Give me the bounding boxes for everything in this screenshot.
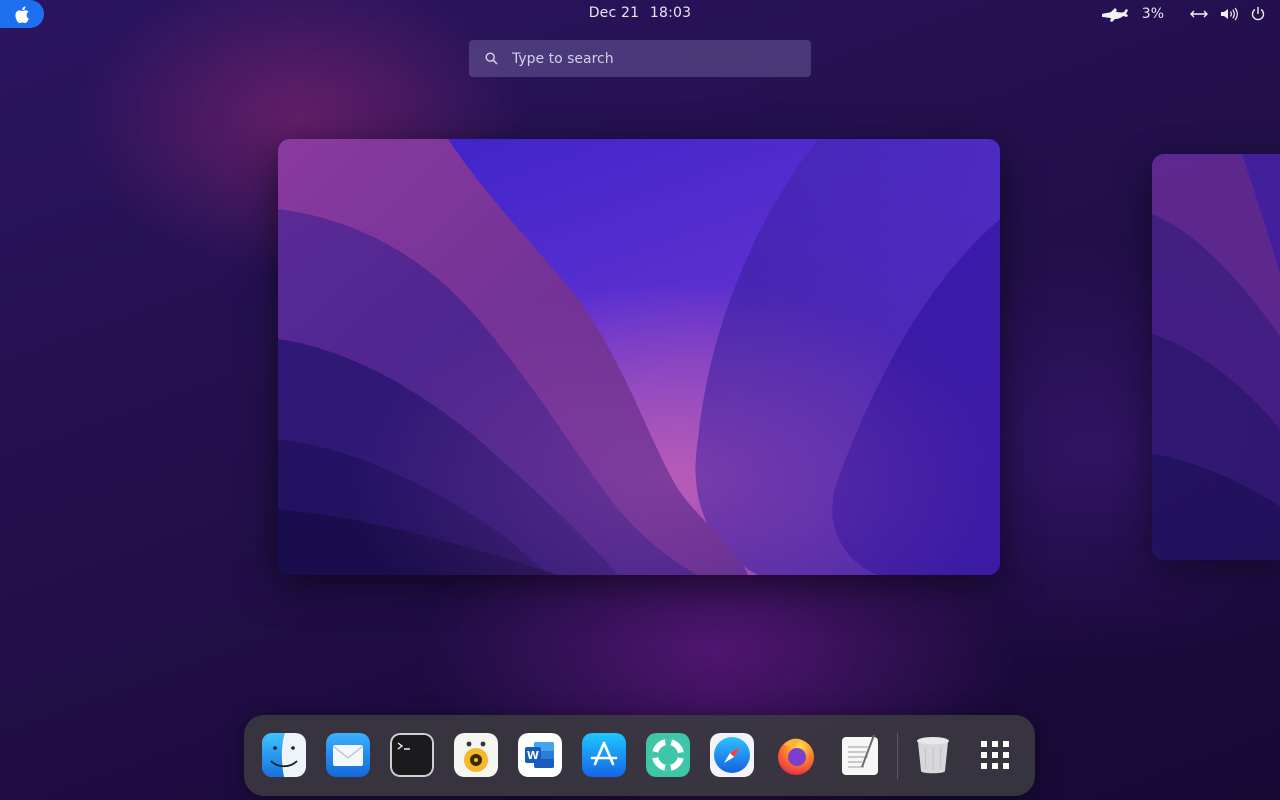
- volume-icon[interactable]: [1220, 4, 1238, 24]
- wallpaper-image: [278, 139, 1000, 575]
- clock-date: Dec 21: [588, 5, 640, 21]
- svg-text:W: W: [527, 749, 539, 762]
- word-icon: W: [518, 733, 562, 777]
- network-icon[interactable]: [1190, 4, 1208, 24]
- dock-separator: [897, 733, 898, 779]
- app-grid-icon: [981, 741, 1009, 769]
- workspace-thumbnail-2[interactable]: [1152, 154, 1280, 560]
- wallpaper-image: [1152, 154, 1280, 560]
- firefox-icon: [778, 738, 814, 775]
- dock-app-mail[interactable]: [326, 733, 370, 777]
- mail-icon: [326, 733, 370, 777]
- text-editor-icon: [842, 734, 878, 775]
- system-tray[interactable]: 3%: [1100, 4, 1266, 24]
- dock: W: [244, 715, 1035, 796]
- search-icon: [485, 52, 498, 65]
- finder-icon: [262, 733, 306, 777]
- rhythmbox-icon: [454, 733, 498, 777]
- dock-app-store[interactable]: [582, 733, 626, 777]
- dock-app-terminal[interactable]: [390, 733, 434, 777]
- workspace-thumbnail-1[interactable]: [278, 139, 1000, 575]
- battery-status-icon[interactable]: [1100, 4, 1130, 24]
- dock-app-word[interactable]: W: [518, 733, 562, 777]
- power-icon[interactable]: [1250, 4, 1266, 24]
- help-lifebuoy-icon: [646, 733, 690, 777]
- trash-icon: [917, 737, 949, 774]
- dock-app-safari[interactable]: [710, 733, 754, 777]
- safari-compass-icon: [710, 733, 754, 777]
- dock-app-text-editor[interactable]: [838, 733, 882, 777]
- show-applications-button[interactable]: [973, 733, 1017, 777]
- dock-trash[interactable]: [911, 733, 955, 777]
- terminal-icon: [390, 733, 434, 777]
- app-store-icon: [582, 733, 626, 777]
- search-input[interactable]: [510, 49, 794, 68]
- dock-app-help[interactable]: [646, 733, 690, 777]
- clock[interactable]: Dec 21 18:03: [0, 5, 1280, 21]
- search-box[interactable]: [469, 40, 811, 77]
- dock-app-rhythmbox[interactable]: [454, 733, 498, 777]
- dock-app-finder[interactable]: [262, 733, 306, 777]
- dock-app-firefox[interactable]: [774, 733, 818, 777]
- battery-percentage: 3%: [1141, 6, 1164, 22]
- clock-time: 18:03: [649, 5, 692, 21]
- top-bar: Dec 21 18:03 3%: [0, 0, 1280, 28]
